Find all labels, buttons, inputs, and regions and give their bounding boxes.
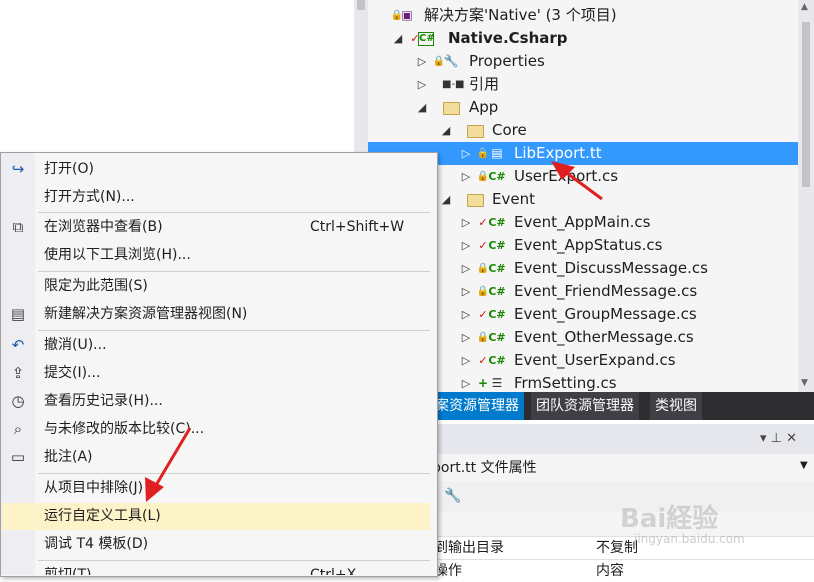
annotation-arrow-libexport — [551, 161, 603, 201]
watermark-logo: Bai経验 — [620, 504, 719, 534]
watermark-url: jingyan.baidu.com — [634, 532, 745, 546]
annotation-arrows — [145, 161, 603, 502]
annotation-arrow-run-custom-tool — [145, 427, 192, 502]
